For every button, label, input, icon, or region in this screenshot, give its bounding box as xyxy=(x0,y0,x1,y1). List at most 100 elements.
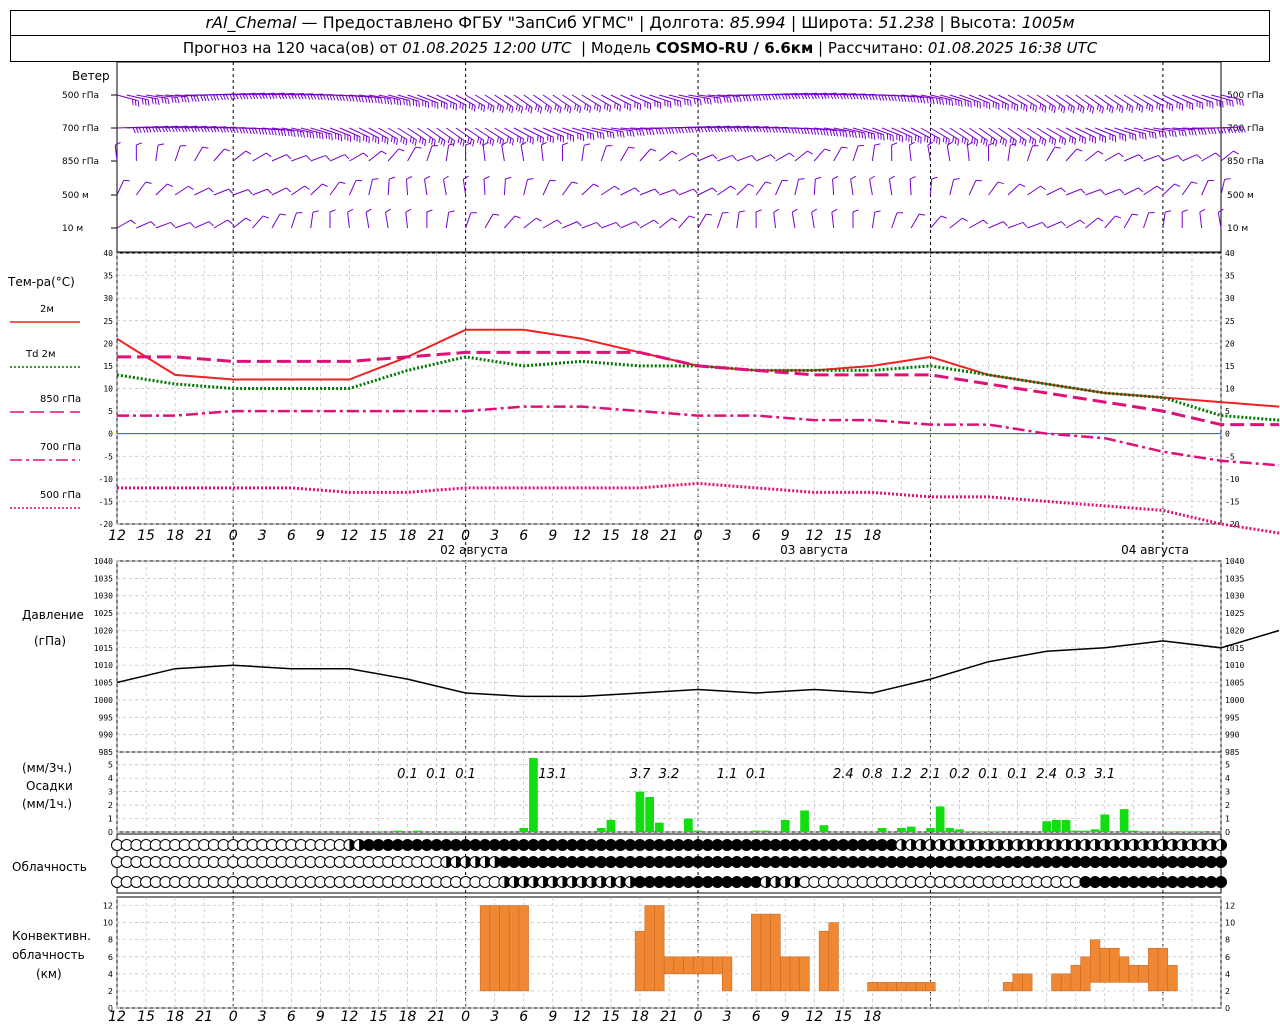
wind-barb-flag xyxy=(306,131,309,138)
cloud-cover-icon xyxy=(1215,856,1227,868)
wind-barb-flag xyxy=(224,148,231,152)
wind-barb-flag xyxy=(283,130,287,137)
wind-barb xyxy=(930,215,942,229)
precip-bar xyxy=(877,827,887,832)
conv-xtick: 6 xyxy=(287,1009,296,1024)
wind-barb-flag xyxy=(1054,146,1061,149)
wind-barb-flag xyxy=(824,148,831,152)
wind-barb-flag xyxy=(174,96,177,104)
wind-barb-flag xyxy=(773,208,780,213)
wind-barb-flag xyxy=(402,137,405,144)
wind-barb xyxy=(271,187,287,196)
wind-barb-flag xyxy=(1076,148,1083,152)
wind-barb-flag xyxy=(381,135,384,142)
wind-barb xyxy=(620,221,636,229)
wind-barb xyxy=(1085,127,1106,138)
wind-barb-flag xyxy=(157,98,160,106)
wind-barb-flag xyxy=(1060,105,1063,112)
wind-barb-flag xyxy=(405,208,412,213)
wind-barb-flag xyxy=(791,208,798,213)
wind-barb-flag xyxy=(1013,103,1016,110)
wind-barb-flag xyxy=(554,103,557,111)
wind-barb-flag xyxy=(144,99,147,106)
conv-cloud-bar xyxy=(508,905,520,992)
wind-barb-flag xyxy=(1128,105,1131,112)
precip-ytick-right: 0 xyxy=(1225,828,1230,837)
wind-barb xyxy=(291,154,307,162)
pressure-ytick-left: 985 xyxy=(99,748,114,757)
conv-title-2: облачность xyxy=(12,948,85,962)
wind-barb-flag xyxy=(1009,137,1012,144)
wind-barb-flag xyxy=(661,128,665,135)
wind-barb xyxy=(869,179,873,196)
precip-bar xyxy=(897,827,906,832)
wind-barb-flag xyxy=(1053,106,1056,113)
temp-xtick: 6 xyxy=(519,528,528,544)
wind-barb-flag xyxy=(970,136,974,143)
conv-xtick: 12 xyxy=(341,1009,359,1024)
wind-barb-flag xyxy=(414,139,417,146)
wind-barb-flag xyxy=(874,210,881,213)
wind-barb-flag xyxy=(931,176,938,180)
wind-barb xyxy=(465,94,485,107)
wind-barb-flag xyxy=(758,94,762,101)
wind-barb xyxy=(368,127,389,139)
wind-barb-flag xyxy=(245,217,252,222)
wind-barb-flag xyxy=(409,136,412,143)
wind-barb-flag xyxy=(616,130,619,137)
wind-barb-flag xyxy=(167,98,170,105)
wind-barb-flag xyxy=(748,183,755,187)
wind-barb-flag xyxy=(1019,183,1026,188)
conv-cloud-bar xyxy=(1128,965,1139,983)
wind-barb-flag xyxy=(953,178,960,180)
conv-cloud-bar xyxy=(702,956,713,975)
wind-barb-flag xyxy=(689,100,692,107)
conv-cloud-bar xyxy=(799,956,810,992)
temp-xtick: 12 xyxy=(805,528,823,544)
temp-ytick-right: 30 xyxy=(1225,294,1235,303)
wind-barb-flag xyxy=(997,181,1004,185)
wind-barb xyxy=(494,127,514,140)
wind-barb xyxy=(968,219,984,229)
wind-barb xyxy=(405,179,409,196)
conv-xtick: 9 xyxy=(316,1009,325,1024)
wind-barb-flag xyxy=(367,96,371,103)
wind-barb xyxy=(194,221,210,229)
wind-barb-flag xyxy=(829,129,833,136)
wind-barb-flag xyxy=(869,175,875,180)
wind-barb-flag xyxy=(887,95,891,102)
wind-barb-flag xyxy=(274,129,277,136)
wind-barb-flag xyxy=(469,138,473,145)
conv-xtick: 15 xyxy=(834,1009,852,1024)
conv-cloud-bar xyxy=(663,956,675,975)
wind-barb xyxy=(649,94,671,103)
wind-barb-flag xyxy=(619,105,622,112)
wind-barb xyxy=(1114,127,1136,136)
wind-barb-flag xyxy=(982,138,986,145)
wind-barb-flag xyxy=(602,133,605,140)
wind-barb xyxy=(1143,212,1150,229)
wind-barb-flag xyxy=(186,96,190,103)
wind-barb-flag xyxy=(462,140,465,147)
pressure-ytick-left: 1030 xyxy=(94,592,113,601)
wind-barb-flag xyxy=(957,99,960,107)
conv-xtick: 12 xyxy=(108,1009,126,1024)
wind-barb xyxy=(1182,94,1203,104)
wind-barb-flag xyxy=(922,97,926,104)
temp-ytick-left: 20 xyxy=(103,339,113,348)
precip-bar xyxy=(819,825,829,832)
wind-barb-flag xyxy=(1077,104,1080,111)
wind-barb-flag xyxy=(926,136,929,143)
wind-barb-flag xyxy=(511,139,514,146)
wind-barb-flag xyxy=(584,103,587,110)
temp-ytick-right: -10 xyxy=(1225,475,1240,484)
wind-barb xyxy=(1007,183,1020,196)
wind-level-label-right: 850 гПа xyxy=(1227,157,1264,167)
wind-barb xyxy=(639,219,655,229)
wind-barb-flag xyxy=(335,94,339,101)
conv-xtick: 0 xyxy=(461,1009,470,1024)
wind-barb-flag xyxy=(941,99,944,106)
wind-barb xyxy=(697,187,713,196)
wind-barb-flag xyxy=(1232,100,1234,107)
temp-ytick-right: 35 xyxy=(1225,272,1235,281)
